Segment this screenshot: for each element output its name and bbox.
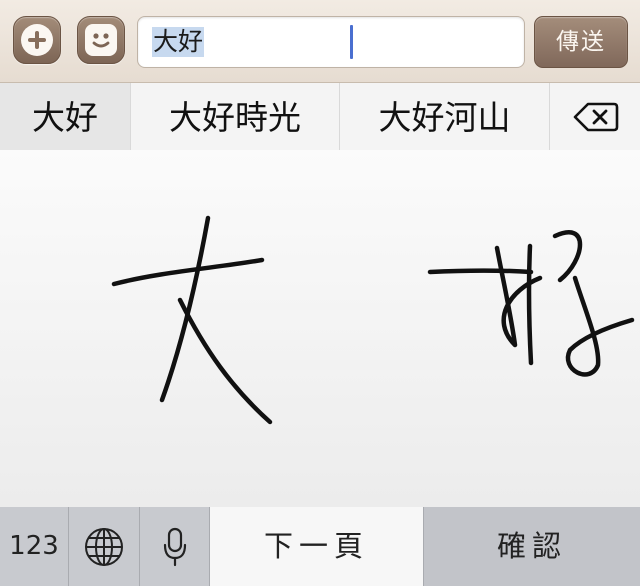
add-attachment-button[interactable] (13, 16, 61, 64)
backspace-button[interactable] (551, 83, 640, 150)
candidate-item[interactable]: 大好時光 (131, 83, 340, 150)
dictation-key[interactable] (140, 507, 210, 586)
keyboard-bottom-bar: 123 下一頁 確認 (0, 507, 640, 586)
next-page-key[interactable]: 下一頁 (210, 507, 424, 586)
numbers-key[interactable]: 123 (0, 507, 69, 586)
candidate-item[interactable]: 大好 (0, 83, 131, 150)
message-input-bar: 大好 傳送 (0, 0, 640, 83)
confirm-key[interactable]: 確認 (424, 507, 640, 586)
globe-icon (85, 527, 123, 566)
emoji-button[interactable] (77, 16, 125, 64)
composing-text: 大好 (152, 27, 205, 57)
send-button[interactable]: 傳送 (534, 16, 628, 68)
text-caret (350, 25, 353, 59)
globe-key[interactable] (69, 507, 140, 586)
microphone-icon (163, 527, 186, 566)
plus-icon (21, 24, 53, 56)
candidate-item[interactable]: 大好河山 (340, 83, 550, 150)
handwriting-pad[interactable] (0, 150, 640, 507)
candidate-bar: 大好 大好時光 大好河山 (0, 83, 640, 150)
message-text-field[interactable]: 大好 (137, 16, 525, 68)
handwriting-strokes (111, 215, 635, 425)
backspace-icon (573, 102, 618, 131)
smiley-icon (85, 24, 117, 56)
